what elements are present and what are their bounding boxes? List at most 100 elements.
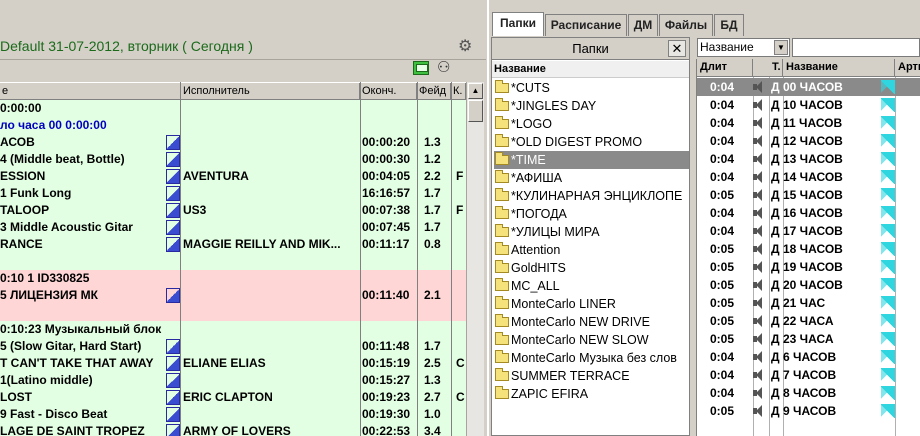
search-input[interactable] [792,38,920,57]
folder-item[interactable]: *JINGLES DAY [494,97,689,115]
track-row[interactable]: 0:05 Д 22 ЧАСА [697,312,920,330]
folder-item[interactable]: *УЛИЦЫ МИРА [494,223,689,241]
speaker-icon[interactable] [753,243,763,255]
playlist-row[interactable]: T CAN'T TAKE THAT AWAY ELIANE ELIAS 00:15:… [0,355,466,372]
calendar-icon[interactable] [413,61,429,75]
col-fade[interactable]: Фейд [417,83,451,100]
col-type[interactable]: Т. [769,59,783,76]
speaker-icon[interactable] [753,369,763,381]
speaker-icon[interactable] [753,261,763,273]
folder-item[interactable]: SUMMER TERRACE [494,367,689,385]
speaker-icon[interactable] [753,171,763,183]
tab-schedule[interactable]: Расписание [545,14,627,36]
speaker-icon[interactable] [753,153,763,165]
playlist-row[interactable]: 0:10 1 ID330825 [0,270,466,287]
speaker-icon[interactable] [753,405,763,417]
folder-item[interactable]: *CUTS [494,79,689,97]
track-row[interactable]: 0:04 Д 17 ЧАСОВ [697,222,920,240]
playlist-row[interactable]: 5 (Slow Gitar, Hard Start) 00:11:48 1.7 [0,338,466,355]
scroll-up-icon[interactable]: ▲ [468,83,483,99]
speaker-icon[interactable] [753,225,763,237]
playlist-row[interactable]: 9 Fast - Disco Beat 00:19:30 1.0 [0,406,466,423]
playlist-row[interactable] [0,304,466,321]
folder-item[interactable]: MonteCarlo NEW DRIVE [494,313,689,331]
playlist-scrollbar[interactable]: ▲ [466,82,484,436]
playlist-row[interactable] [0,253,466,270]
folder-item[interactable]: *OLD DIGEST PROMO [494,133,689,151]
track-row[interactable]: 0:04 Д 14 ЧАСОВ [697,168,920,186]
folder-item[interactable]: *TIME [494,151,689,169]
playlist-row[interactable]: АСОВ 00:00:20 1.3 [0,134,466,151]
chevron-down-icon[interactable]: ▼ [774,40,788,55]
speaker-icon[interactable] [753,279,763,291]
playlist-row[interactable]: TALOOP US3 00:07:38 1.7 F [0,202,466,219]
speaker-icon[interactable] [753,315,763,327]
tab-dm[interactable]: ДМ [628,14,658,36]
folders-column-header[interactable]: Название [492,61,689,78]
track-row[interactable]: 0:04 Д 6 ЧАСОВ [697,348,920,366]
scrollbar-thumb[interactable] [468,100,483,122]
folder-item[interactable]: *ПОГОДА [494,205,689,223]
speaker-icon[interactable] [753,99,763,111]
track-row[interactable]: 0:05 Д 18 ЧАСОВ [697,240,920,258]
track-row[interactable]: 0:05 Д 9 ЧАСОВ [697,402,920,420]
gear-icon[interactable]: ⚙ [458,36,472,56]
track-row[interactable]: 0:04 Д 12 ЧАСОВ [697,132,920,150]
folder-item[interactable]: *LOGO [494,115,689,133]
folder-item[interactable]: MC_ALL [494,277,689,295]
track-row[interactable]: 0:05 Д 15 ЧАСОВ [697,186,920,204]
track-row[interactable]: 0:05 Д 23 ЧАСА [697,330,920,348]
col-title[interactable]: е [0,83,181,100]
track-row[interactable]: 0:04 Д 7 ЧАСОВ [697,366,920,384]
folder-item[interactable]: GoldHITS [494,259,689,277]
track-row[interactable]: 0:04 Д 16 ЧАСОВ [697,204,920,222]
speaker-icon[interactable] [753,333,763,345]
tab-files[interactable]: Файлы [659,14,713,36]
speaker-icon[interactable] [753,117,763,129]
track-row[interactable]: 0:05 Д 19 ЧАСОВ [697,258,920,276]
playlist-row[interactable]: ло часа 00 0:00:00 [0,117,466,134]
track-row[interactable]: 0:04 Д 10 ЧАСОВ [697,96,920,114]
playlist-row[interactable]: ESSION AVENTURA 00:04:05 2.2 F [0,168,466,185]
col-end[interactable]: Оконч. [360,83,417,100]
folder-item[interactable]: *КУЛИНАРНАЯ ЭНЦИКЛОПЕ [494,187,689,205]
playlist-row[interactable]: RANCE MAGGIE REILLY AND MIK... 00:11:17 0.8 [0,236,466,253]
col-name[interactable]: Название [783,59,895,76]
playlist-row[interactable]: 5 ЛИЦЕНЗИЯ МК 00:11:40 2.1 [0,287,466,304]
folder-item[interactable]: *АФИША [494,169,689,187]
speaker-icon[interactable] [753,351,763,363]
playlist-row[interactable]: 0:00:00 [0,100,466,117]
speaker-icon[interactable] [753,189,763,201]
track-row[interactable]: 0:05 Д 21 ЧАС [697,294,920,312]
speaker-icon[interactable] [753,297,763,309]
track-row[interactable]: 0:04 Д 8 ЧАСОВ [697,384,920,402]
close-icon[interactable]: ✕ [668,40,686,57]
playlist-row[interactable]: 4 (Middle beat, Bottle) 00:00:30 1.2 [0,151,466,168]
speaker-icon[interactable] [753,135,763,147]
track-row[interactable]: 0:04 Д 13 ЧАСОВ [697,150,920,168]
col-artist[interactable]: Исполнитель [181,83,360,100]
speaker-icon[interactable] [753,207,763,219]
folder-item[interactable]: MonteCarlo LINER [494,295,689,313]
col-duration[interactable]: Длит [697,59,753,76]
folder-item[interactable]: ZAPIC EFIRA [494,385,689,403]
playlist-row[interactable]: 1 Funk Long 16:16:57 1.7 [0,185,466,202]
track-row[interactable]: 0:05 Д 20 ЧАСОВ [697,276,920,294]
playlist-row[interactable]: LOST ERIC CLAPTON 00:19:23 2.7 C [0,389,466,406]
folder-item[interactable]: MonteCarlo NEW SLOW [494,331,689,349]
folder-item[interactable]: MonteCarlo Музыка без слов [494,349,689,367]
speaker-icon[interactable] [753,81,763,93]
tab-db[interactable]: БД [714,14,744,36]
playlist-row[interactable]: LAGE DE SAINT TROPEZ ARMY OF LOVERS 00:22:… [0,423,466,436]
speaker-icon[interactable] [753,387,763,399]
circles-icon[interactable]: ⚇ [437,58,457,76]
col-k[interactable]: К. [451,83,466,100]
track-row[interactable]: 0:04 Д 00 ЧАСОВ [697,78,920,96]
tab-folders[interactable]: Папки [492,12,544,36]
playlist-row[interactable]: 0:10:23 Музыкальный блок [0,321,466,338]
playlist-row[interactable]: 3 Middle Acoustic Gitar 00:07:45 1.7 [0,219,466,236]
folder-item[interactable]: Attention [494,241,689,259]
col-artist[interactable]: Арти [895,59,920,76]
playlist-row[interactable]: 1(Latino middle) 00:15:27 1.3 [0,372,466,389]
track-row[interactable]: 0:04 Д 11 ЧАСОВ [697,114,920,132]
